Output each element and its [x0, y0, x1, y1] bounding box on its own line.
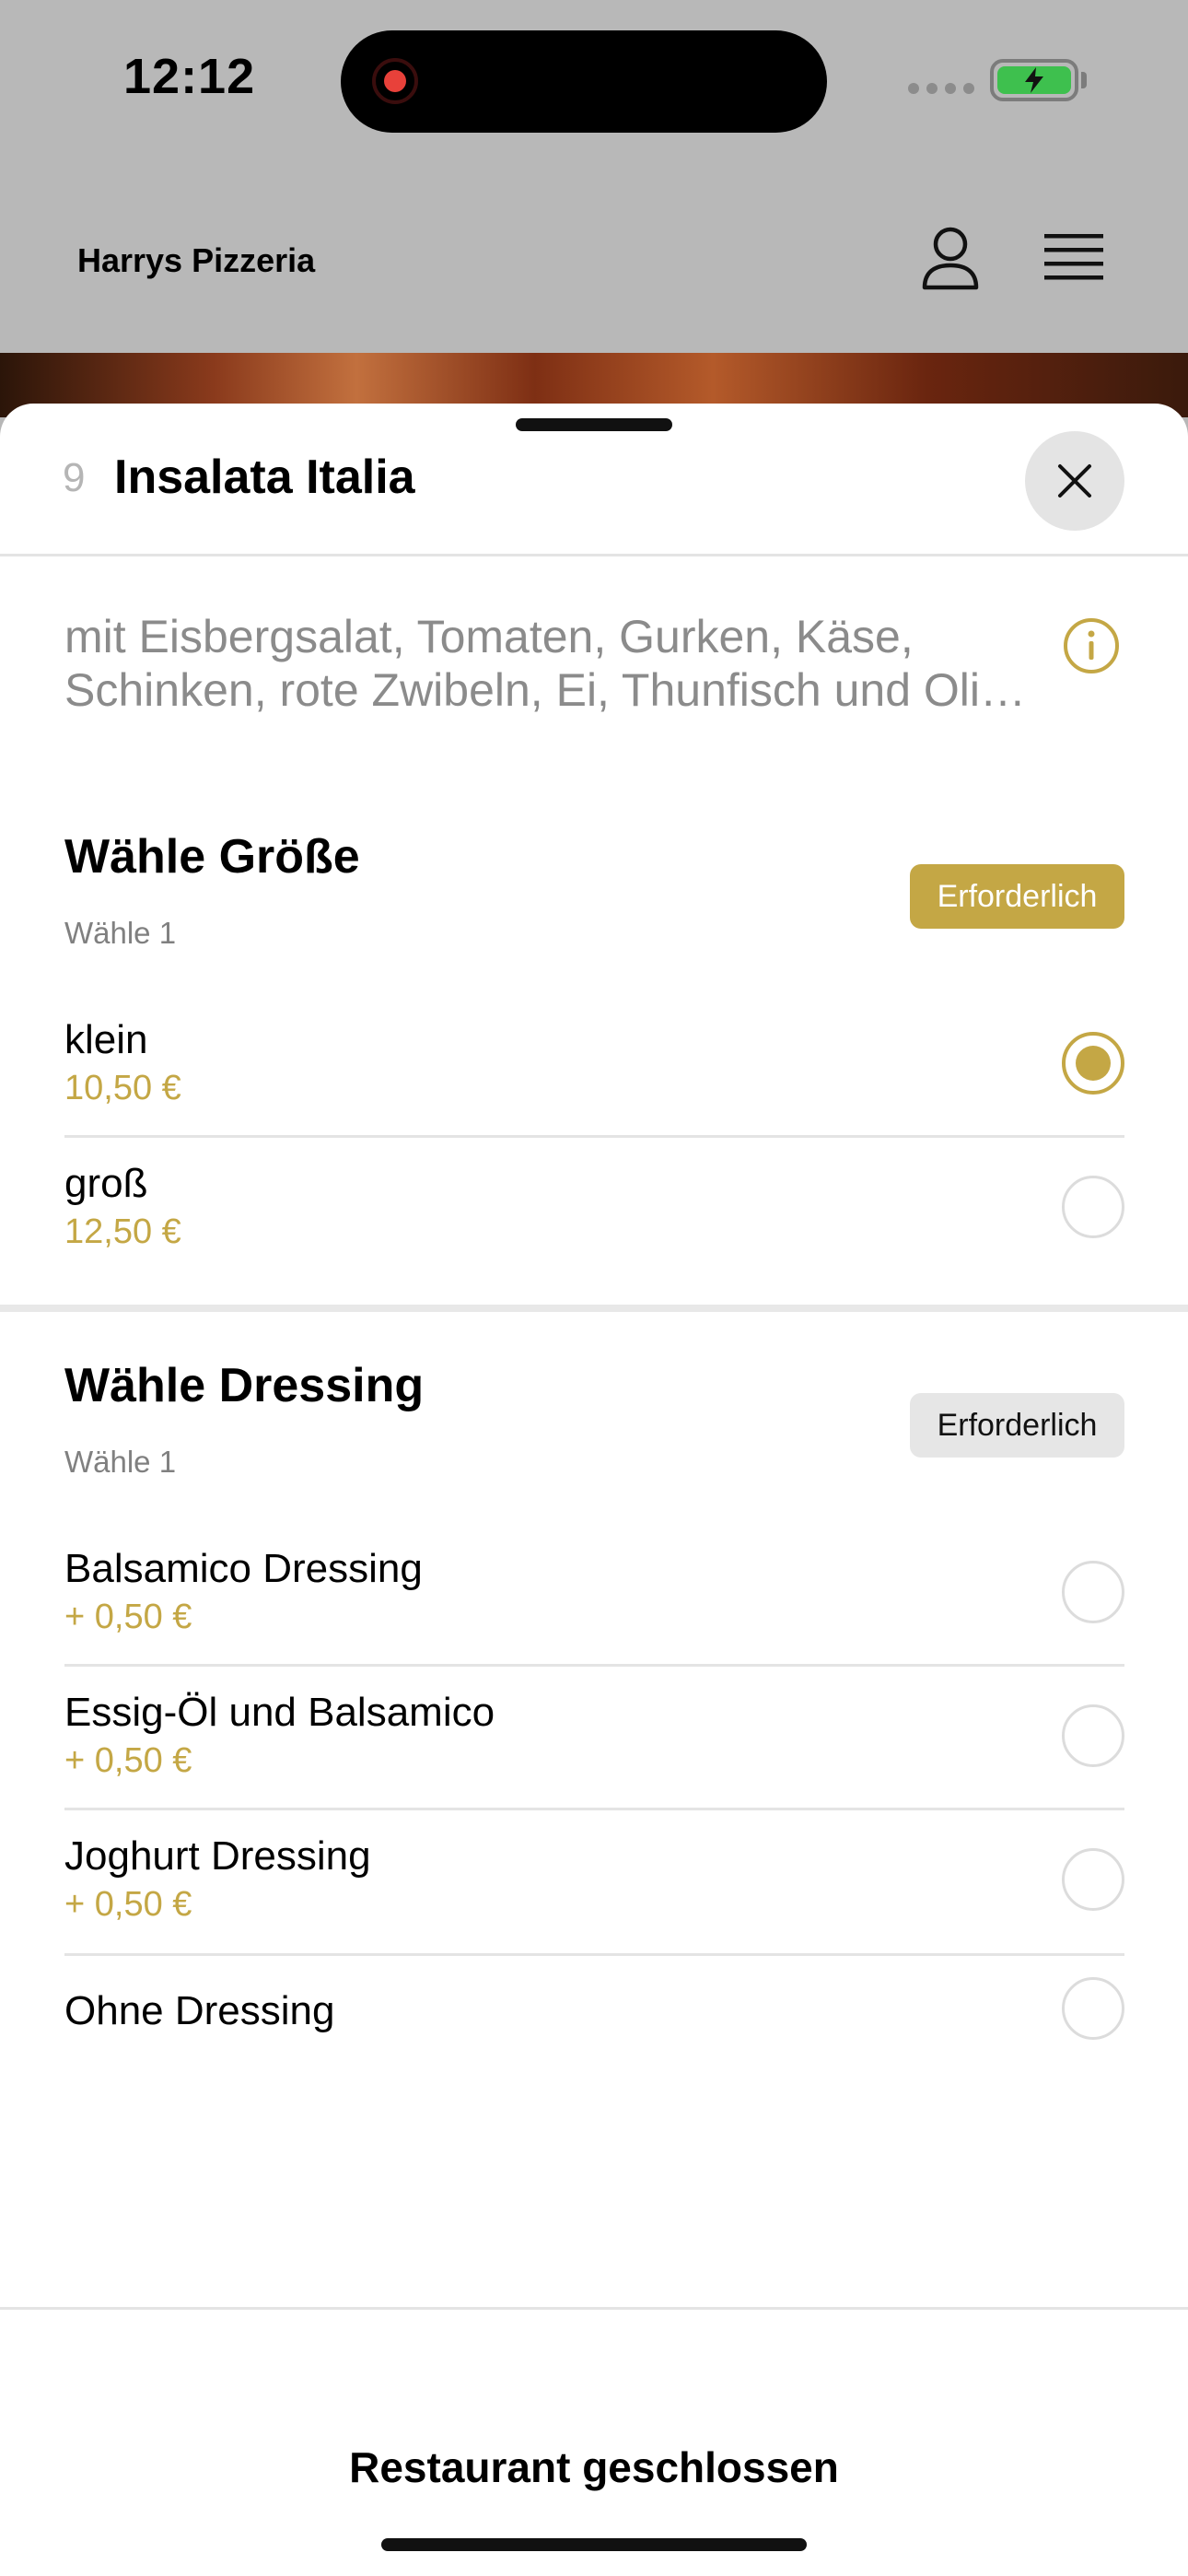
recording-indicator-icon	[372, 58, 418, 104]
app-header: Harrys Pizzeria	[0, 166, 1188, 353]
user-account-icon[interactable]	[921, 227, 980, 291]
option-price: + 0,50 €	[64, 1598, 192, 1636]
dressing-group-title: Wähle Dressing	[64, 1359, 425, 1412]
option-name: klein	[64, 1017, 148, 1062]
option-name: Joghurt Dressing	[64, 1833, 371, 1879]
divider	[64, 1664, 1124, 1667]
description-line-2: Schinken, rote Zwibeln, Ei, Thunfisch un…	[64, 664, 1041, 716]
description-line-1: mit Eisbergsalat, Tomaten, Gurken, Käse,	[64, 611, 914, 662]
info-icon[interactable]	[1063, 617, 1120, 674]
dressing-required-badge: Erforderlich	[910, 1393, 1124, 1458]
charging-bolt-icon	[1025, 67, 1043, 93]
size-group-subtitle: Wähle 1	[64, 916, 177, 950]
option-name: Ohne Dressing	[64, 1988, 335, 2033]
size-group-title: Wähle Größe	[64, 830, 360, 884]
option-price: + 0,50 €	[64, 1741, 192, 1780]
home-indicator[interactable]	[381, 2538, 807, 2551]
radio-unselected[interactable]	[1062, 1176, 1124, 1238]
dressing-option-ohne[interactable]: Ohne Dressing	[64, 1977, 1124, 2062]
battery-cap	[1081, 72, 1087, 88]
dressing-option-joghurt[interactable]: Joghurt Dressing + 0,50 €	[64, 1833, 1124, 1926]
option-name: Balsamico Dressing	[64, 1546, 423, 1591]
radio-unselected[interactable]	[1062, 1848, 1124, 1911]
status-time: 12:12	[123, 49, 256, 104]
signal-icon	[908, 83, 974, 94]
size-option-klein[interactable]: klein 10,50 €	[64, 1017, 1124, 1109]
close-button[interactable]	[1025, 431, 1124, 531]
option-price: 12,50 €	[64, 1212, 181, 1251]
close-icon	[1058, 464, 1091, 498]
size-required-badge: Erforderlich	[910, 864, 1124, 929]
sheet-header: 9 Insalata Italia	[0, 404, 1188, 556]
divider	[64, 1808, 1124, 1810]
option-name: Essig-Öl und Balsamico	[64, 1690, 495, 1735]
hamburger-menu-icon[interactable]	[1044, 232, 1103, 286]
radio-unselected[interactable]	[1062, 1561, 1124, 1623]
radio-selected[interactable]	[1062, 1032, 1124, 1095]
section-separator	[0, 1305, 1188, 1312]
item-description: mit Eisbergsalat, Tomaten, Gurken, Käse,…	[64, 610, 1041, 717]
dressing-option-balsamico[interactable]: Balsamico Dressing + 0,50 €	[64, 1546, 1124, 1638]
divider	[64, 1953, 1124, 1956]
sheet-footer: Restaurant geschlossen	[0, 2307, 1188, 2576]
item-number: 9	[63, 455, 86, 500]
dynamic-island	[341, 30, 827, 133]
size-option-gross[interactable]: groß 12,50 €	[64, 1161, 1124, 1253]
option-price: 10,50 €	[64, 1069, 181, 1107]
dressing-group-subtitle: Wähle 1	[64, 1445, 177, 1479]
radio-unselected[interactable]	[1062, 1704, 1124, 1767]
restaurant-name[interactable]: Harrys Pizzeria	[77, 241, 315, 280]
option-name: groß	[64, 1161, 148, 1206]
radio-unselected[interactable]	[1062, 1977, 1124, 2040]
battery-icon	[990, 59, 1078, 101]
item-title: Insalata Italia	[114, 451, 415, 504]
status-bar: 12:12	[0, 0, 1188, 166]
restaurant-closed-label: Restaurant geschlossen	[349, 2443, 839, 2491]
dressing-option-essig-oel[interactable]: Essig-Öl und Balsamico + 0,50 €	[64, 1690, 1124, 1782]
divider	[64, 1135, 1124, 1138]
option-price: + 0,50 €	[64, 1885, 192, 1924]
product-sheet: 9 Insalata Italia mit Eisbergsalat, Toma…	[0, 404, 1188, 2576]
